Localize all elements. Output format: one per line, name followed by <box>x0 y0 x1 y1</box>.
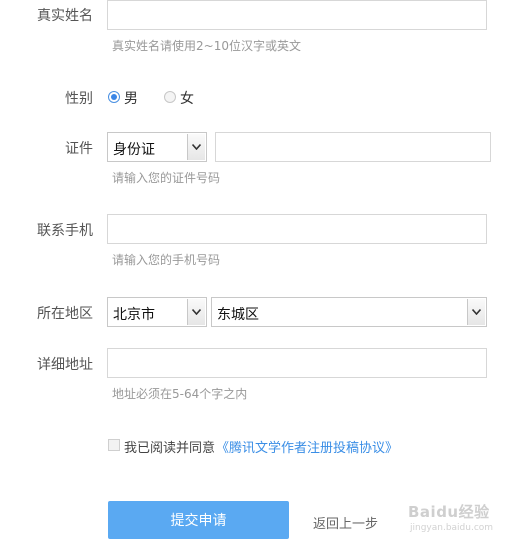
id-hint: 请输入您的证件号码 <box>112 171 221 185</box>
submit-button[interactable]: 提交申请 <box>108 501 289 539</box>
watermark-url: jingyan.baidu.com <box>410 523 494 533</box>
id-number-input[interactable] <box>215 132 491 162</box>
name-hint: 真实姓名请使用2~10位汉字或英文 <box>112 39 301 53</box>
back-link[interactable]: 返回上一步 <box>313 513 378 532</box>
address-label: 详细地址 <box>37 357 93 373</box>
agreement-text: 我已阅读并同意 <box>124 441 216 456</box>
city-select[interactable]: 北京市 <box>107 297 207 327</box>
phone-label: 联系手机 <box>37 223 93 239</box>
name-label: 真实姓名 <box>37 8 93 24</box>
chevron-down-icon <box>187 299 205 325</box>
agreement-checkbox[interactable] <box>108 439 120 451</box>
gender-female-radio[interactable] <box>164 91 176 103</box>
id-label: 证件 <box>65 141 93 157</box>
chevron-down-icon <box>187 134 205 160</box>
id-type-value: 身份证 <box>113 142 155 158</box>
chevron-down-icon <box>467 299 485 325</box>
gender-label: 性别 <box>65 91 93 107</box>
city-value: 北京市 <box>113 307 155 323</box>
gender-male-label[interactable]: 男 <box>124 88 138 108</box>
id-type-select[interactable]: 身份证 <box>107 132 207 162</box>
district-select[interactable]: 东城区 <box>211 297 487 327</box>
phone-hint: 请输入您的手机号码 <box>112 253 221 267</box>
gender-female-label[interactable]: 女 <box>180 88 194 108</box>
gender-male-radio[interactable] <box>108 91 120 103</box>
district-value: 东城区 <box>217 307 259 323</box>
agreement-link[interactable]: 《腾讯文学作者注册投稿协议》 <box>216 437 398 456</box>
name-input[interactable] <box>107 0 487 30</box>
phone-input[interactable] <box>107 214 487 244</box>
watermark-logo: Baidu经验 <box>408 503 490 521</box>
region-label: 所在地区 <box>37 306 93 322</box>
address-input[interactable] <box>107 348 487 378</box>
address-hint: 地址必须在5-64个字之内 <box>112 387 248 401</box>
